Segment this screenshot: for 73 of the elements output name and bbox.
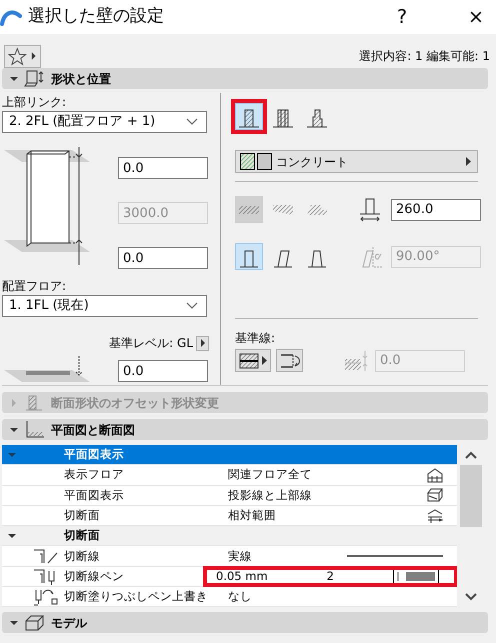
caret-icon (262, 356, 267, 365)
top-offset-field[interactable]: 0.0 (118, 157, 208, 179)
box-icon (24, 613, 45, 632)
reference-offset-icon (343, 350, 369, 372)
expanded-arrow-icon (8, 532, 16, 540)
reference-offset-field[interactable]: 0.0 (118, 360, 208, 382)
hatch-swatch-icon (240, 153, 255, 170)
property-label: 切断面 (64, 506, 101, 524)
field-label: 上部リンク: (2, 94, 68, 111)
floor-icon (427, 466, 443, 483)
section-header[interactable]: 平面図と断面図 (2, 419, 488, 440)
cut-line-icon (32, 547, 58, 566)
trapezoid-wall-icon (273, 204, 293, 214)
floor-plan-icon (24, 420, 45, 439)
pen-number: 2 (326, 568, 334, 585)
property-value: なし (228, 588, 252, 606)
wall-thickness-icon (359, 196, 381, 222)
property-value: 相対範囲 (228, 506, 276, 524)
property-value: 関連フロア全て (228, 466, 312, 484)
fill-swatch-icon (257, 153, 272, 170)
reference-line-button[interactable] (235, 349, 271, 372)
favorites-button[interactable] (4, 44, 41, 68)
fill-pen-override-icon (32, 588, 58, 606)
flip-icon (278, 352, 300, 368)
thickness-field[interactable]: 260.0 (391, 198, 481, 220)
profile-button[interactable] (235, 243, 263, 270)
scroll-up-icon (465, 451, 477, 459)
dropdown-chevron-icon (186, 302, 198, 310)
window-title: 選択した壁の設定 (28, 5, 165, 28)
wall-profile-icon (24, 393, 45, 412)
flip-reference-button[interactable] (276, 349, 303, 372)
top-link-dropdown[interactable]: 2. 2FL (配置フロア + 1) (2, 111, 207, 133)
close-button[interactable]: × (456, 2, 496, 32)
property-value: 実線 (228, 548, 252, 564)
tree-group-row[interactable]: 平面図表示 (2, 445, 457, 466)
property-value: 0.05 mm (216, 568, 268, 585)
projection-icon (427, 487, 443, 504)
caret-icon (30, 50, 37, 62)
caret-icon (200, 338, 206, 348)
expanded-arrow-icon (10, 74, 18, 82)
section-header[interactable]: モデル (2, 612, 488, 633)
expanded-arrow-icon (10, 618, 18, 626)
field-label: 配置フロア: (2, 278, 68, 295)
property-label: 切断線ペン (64, 568, 125, 585)
line-sample-icon (347, 554, 443, 558)
caret-icon (466, 157, 471, 166)
material-dropdown[interactable]: コンクリート (235, 150, 478, 173)
polygon-wall-icon (307, 204, 327, 214)
collapsed-arrow-icon (10, 398, 18, 406)
selection-info: 選択内容: 1 編集可能: 1 (359, 48, 490, 65)
reference-level-label: 基準レベル: GL (109, 335, 193, 352)
expanded-arrow-icon (8, 450, 16, 459)
star-icon (8, 46, 27, 66)
home-floor-dropdown[interactable]: 1. 1FL (現在) (2, 295, 207, 317)
bottom-offset-field[interactable]: 0.0 (118, 247, 208, 269)
cut-plane-icon (427, 508, 443, 524)
expanded-arrow-icon (10, 426, 18, 434)
scroll-down-icon (465, 593, 477, 601)
tree-group-row[interactable]: 切断面 (2, 526, 457, 546)
straight-wall-icon (239, 204, 259, 214)
section-header[interactable]: 形状と位置 (2, 68, 488, 89)
property-value: 投影線と上部線 (228, 486, 312, 504)
field-label: 基準線: (235, 330, 276, 347)
wall-geometry-icon (24, 69, 45, 88)
pen-swatch-icon (393, 568, 439, 585)
property-label: 平面図表示 (64, 486, 125, 504)
help-button[interactable]: ? (382, 2, 422, 32)
dropdown-chevron-icon (186, 118, 198, 126)
property-label: 表示フロア (64, 466, 125, 484)
scrollbar-thumb[interactable] (460, 465, 482, 527)
reference-level-button[interactable] (196, 336, 209, 350)
property-label: 切断塗りつぶしペン上書き (64, 588, 209, 606)
property-label: 切断線 (64, 548, 101, 564)
